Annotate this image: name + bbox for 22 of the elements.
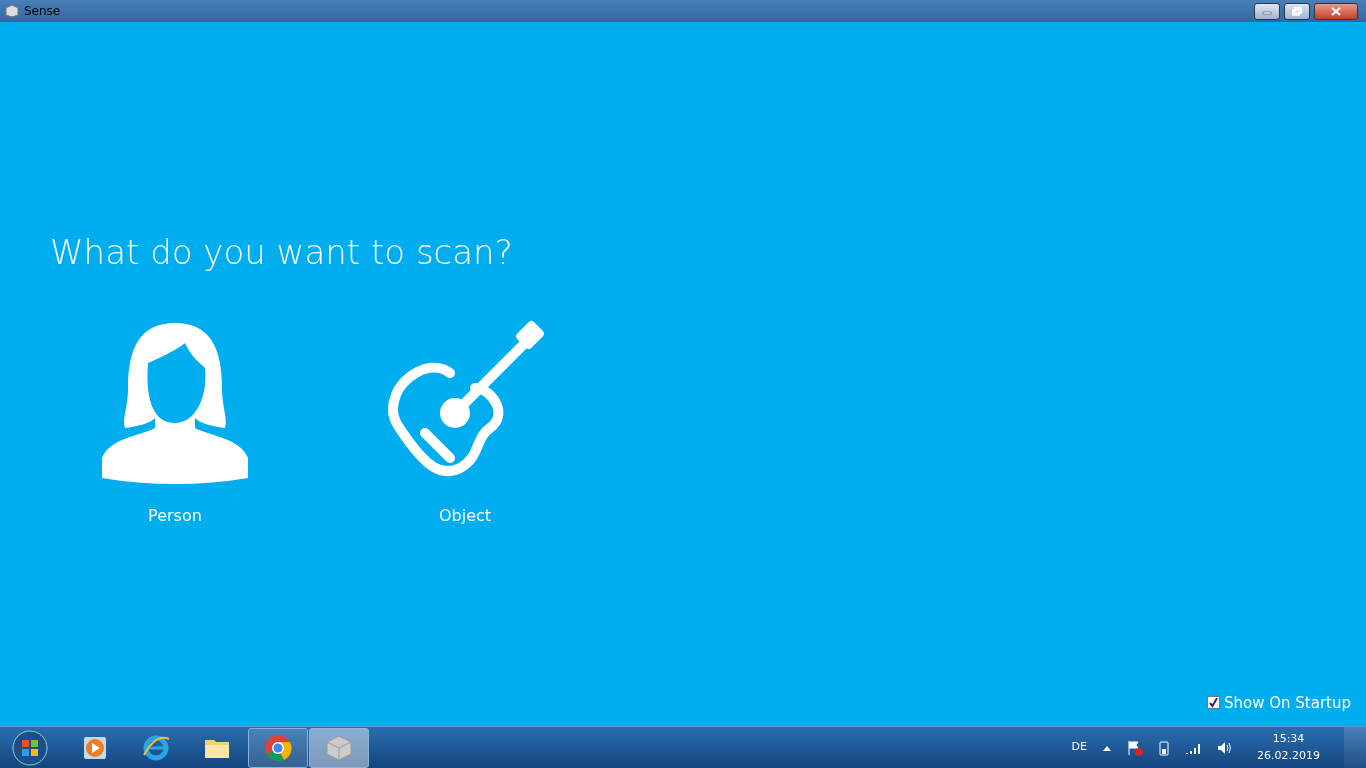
heading: What do you want to scan? xyxy=(49,231,514,273)
app-logo-icon xyxy=(4,4,20,18)
taskbar-app-button[interactable] xyxy=(309,727,369,768)
close-icon xyxy=(1331,6,1341,16)
signal-bars-icon[interactable] xyxy=(1185,741,1201,754)
checkbox[interactable] xyxy=(1207,696,1220,710)
language-indicator[interactable]: DE xyxy=(1071,739,1087,756)
flag-icon[interactable] xyxy=(1127,739,1143,756)
chrome-icon xyxy=(263,732,293,763)
minimize-button[interactable] xyxy=(1254,2,1280,20)
clock-date[interactable]: 26.02.2019 xyxy=(1257,747,1320,764)
clock-time[interactable]: 15:34 xyxy=(1257,731,1320,748)
start-orb-icon xyxy=(12,729,48,766)
show-hidden-icons-icon[interactable] xyxy=(1103,744,1111,751)
checkbox-label: Show On Startup xyxy=(1224,692,1351,714)
restore-icon xyxy=(1292,6,1302,16)
close-button[interactable] xyxy=(1314,2,1358,20)
battery-icon[interactable] xyxy=(1159,739,1169,756)
taskbar-app-button[interactable] xyxy=(248,727,308,768)
speaker-icon[interactable] xyxy=(1217,740,1233,755)
restore-button[interactable] xyxy=(1284,2,1310,20)
window-title: Sense xyxy=(24,3,61,20)
